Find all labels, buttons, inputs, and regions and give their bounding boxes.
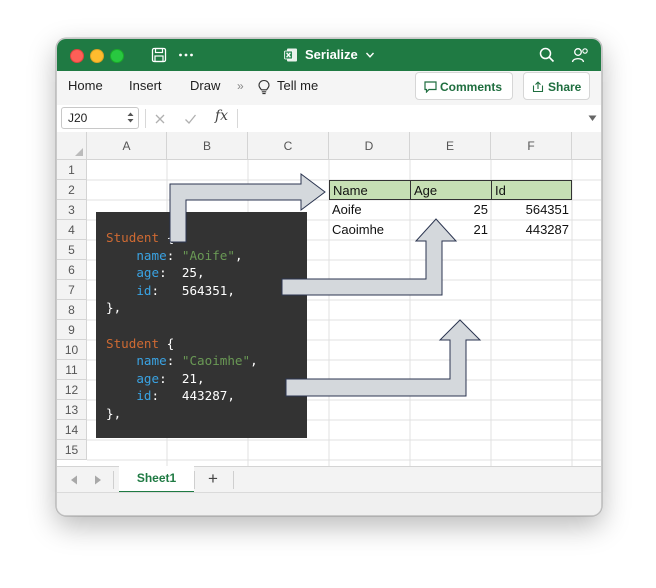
status-bar xyxy=(57,492,601,515)
table-header-id[interactable]: Id xyxy=(491,180,572,200)
comment-icon xyxy=(424,81,437,93)
row-header-7[interactable]: 7 xyxy=(57,280,87,300)
row-header-11[interactable]: 11 xyxy=(57,360,87,380)
code-key-name: name xyxy=(136,353,167,369)
row-header-1[interactable]: 1 xyxy=(57,160,87,180)
table-cell-id[interactable]: 443287 xyxy=(491,220,572,240)
column-header-c[interactable]: C xyxy=(248,132,329,160)
code-value-age: 25 xyxy=(181,265,198,281)
window-title: Serialize xyxy=(305,47,358,62)
row-header-4[interactable]: 4 xyxy=(57,220,87,240)
code-snippet-image[interactable]: Student { name: "Aoife", age: 25, id: 56… xyxy=(96,212,307,438)
code-value-id: 443287 xyxy=(181,388,228,404)
tell-me-search[interactable]: Tell me xyxy=(277,71,318,105)
code-type: Student xyxy=(106,335,160,351)
divider xyxy=(194,471,195,489)
tab-draw[interactable]: Draw xyxy=(190,71,220,105)
code-key-age: age xyxy=(136,370,160,386)
code-type: Student xyxy=(106,230,160,245)
code-key-id: id xyxy=(136,388,152,404)
code-value-age: 21 xyxy=(181,370,198,386)
excel-file-icon xyxy=(284,48,297,62)
name-box[interactable]: J20 xyxy=(61,107,139,129)
column-header-d[interactable]: D xyxy=(329,132,410,160)
ribbon: Home Insert Draw » Tell me Comments Shar… xyxy=(57,71,601,106)
column-header-e[interactable]: E xyxy=(410,132,491,160)
row-header-9[interactable]: 9 xyxy=(57,320,87,340)
next-sheet-icon[interactable] xyxy=(94,475,102,485)
prev-sheet-icon[interactable] xyxy=(70,475,78,485)
name-box-value: J20 xyxy=(68,111,88,125)
comments-button[interactable]: Comments xyxy=(415,72,513,100)
close-window-button[interactable] xyxy=(70,49,84,63)
divider xyxy=(237,109,238,128)
column-header-f[interactable]: F xyxy=(491,132,572,160)
share-icon xyxy=(532,81,544,93)
expand-formula-icon[interactable] xyxy=(588,115,597,122)
tab-insert[interactable]: Insert xyxy=(129,71,162,105)
title-bar: Serialize xyxy=(57,39,601,71)
row-header-12[interactable]: 12 xyxy=(57,380,87,400)
table-cell-age[interactable]: 25 xyxy=(410,200,491,220)
column-header-b[interactable]: B xyxy=(167,132,248,160)
lightbulb-icon xyxy=(258,79,270,95)
row-header-6[interactable]: 6 xyxy=(57,260,87,280)
row-header-2[interactable]: 2 xyxy=(57,180,87,200)
code-key-name: name xyxy=(136,247,167,263)
table-header-name[interactable]: Name xyxy=(329,180,411,200)
table-header-age[interactable]: Age xyxy=(410,180,492,200)
table-cell-name[interactable]: Caoimhe xyxy=(329,220,410,240)
share-button[interactable]: Share xyxy=(523,72,590,100)
row-header-3[interactable]: 3 xyxy=(57,200,87,220)
maximize-window-button[interactable] xyxy=(110,49,124,63)
row-header-15[interactable]: 15 xyxy=(57,440,87,460)
row-header-8[interactable]: 8 xyxy=(57,300,87,320)
row-header-5[interactable]: 5 xyxy=(57,240,87,260)
row-header-14[interactable]: 14 xyxy=(57,420,87,440)
code-value-name: "Aoife" xyxy=(181,247,235,263)
row-header-10[interactable]: 10 xyxy=(57,340,87,360)
cancel-icon[interactable] xyxy=(154,113,166,125)
code-key-id: id xyxy=(136,282,152,298)
table-cell-id[interactable]: 564351 xyxy=(491,200,572,220)
divider xyxy=(113,471,114,489)
table-cell-age[interactable]: 21 xyxy=(410,220,491,240)
code-block: Student { name: "Aoife", age: 25, id: 56… xyxy=(106,230,258,421)
divider xyxy=(233,471,234,489)
excel-window: Serialize Home Insert Draw » Tell me Com xyxy=(56,38,602,516)
comments-label: Comments xyxy=(440,80,503,94)
column-header-next[interactable] xyxy=(572,132,601,160)
code-value-name: "Caoimhe" xyxy=(181,353,251,369)
add-sheet-button[interactable]: + xyxy=(208,468,218,490)
select-all-corner[interactable] xyxy=(57,132,87,160)
minimize-window-button[interactable] xyxy=(90,49,104,63)
tab-home[interactable]: Home xyxy=(68,71,103,105)
more-options-icon[interactable] xyxy=(176,45,196,65)
ribbon-overflow-icon[interactable]: » xyxy=(237,71,244,105)
share-label: Share xyxy=(548,80,582,94)
divider xyxy=(145,109,146,128)
search-icon[interactable] xyxy=(537,45,557,65)
stepper-icon[interactable] xyxy=(127,111,134,124)
confirm-icon[interactable] xyxy=(184,113,197,125)
function-icon[interactable]: fx xyxy=(215,108,228,124)
chevron-down-icon[interactable] xyxy=(365,50,375,60)
account-icon[interactable] xyxy=(570,45,590,65)
code-key-age: age xyxy=(136,265,160,281)
column-header-a[interactable]: A xyxy=(87,132,167,160)
formula-bar: J20 fx xyxy=(57,105,601,133)
save-icon[interactable] xyxy=(149,45,169,65)
sheet-tab-bar: Sheet1 + xyxy=(57,466,601,493)
sheet-tab-sheet1[interactable]: Sheet1 xyxy=(119,466,194,493)
code-value-id: 564351 xyxy=(181,282,228,298)
formula-input[interactable] xyxy=(247,109,577,128)
row-header-13[interactable]: 13 xyxy=(57,400,87,420)
table-cell-name[interactable]: Aoife xyxy=(329,200,410,220)
select-all-icon xyxy=(75,148,83,156)
